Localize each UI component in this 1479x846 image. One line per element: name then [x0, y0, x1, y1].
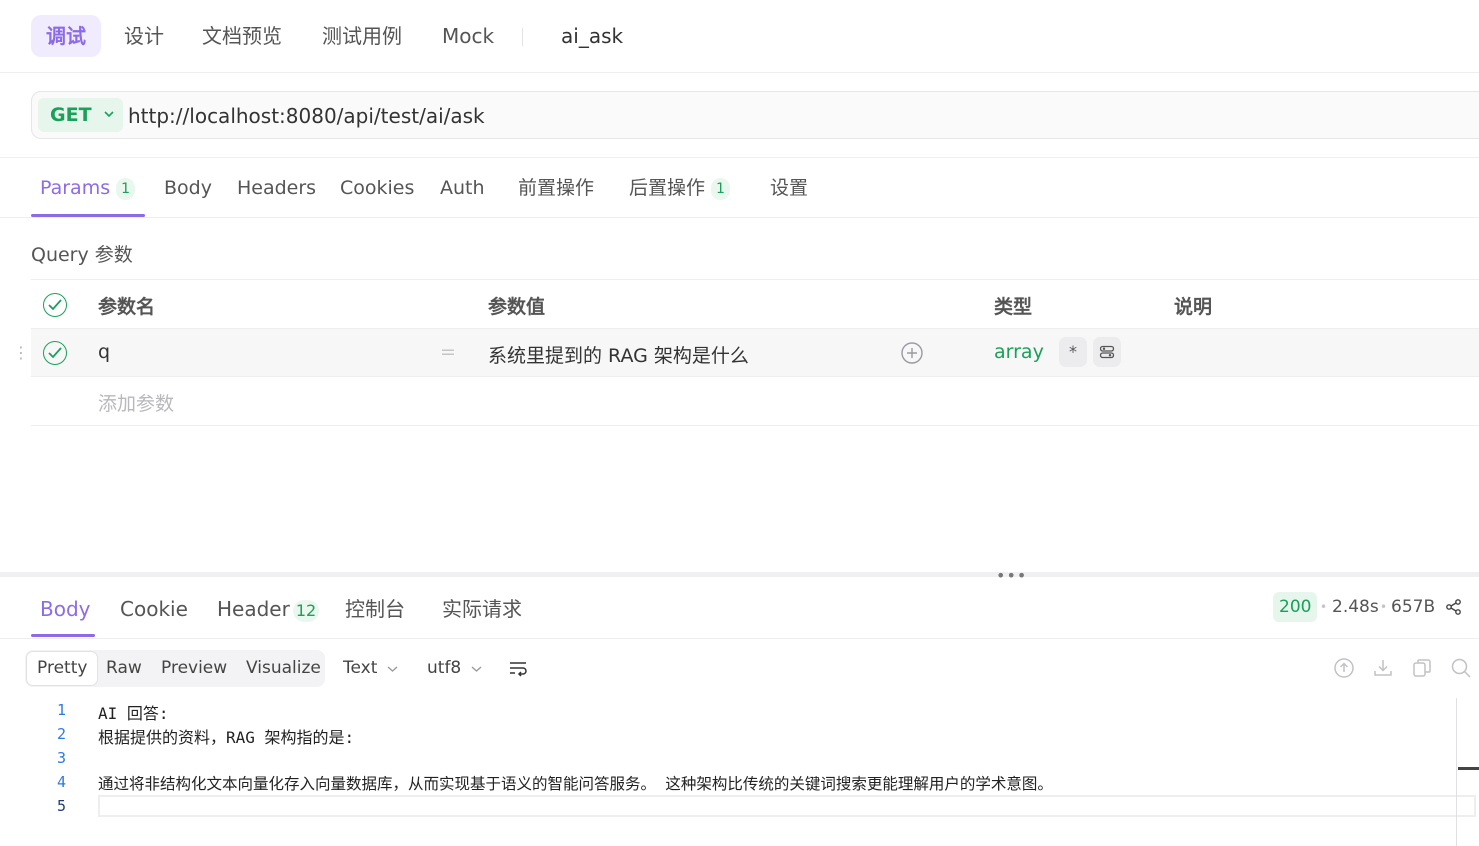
col-header-value: 参数值 [488, 296, 546, 318]
vertical-scrollbar[interactable] [1456, 698, 1457, 846]
view-preview[interactable]: Preview [161, 650, 227, 687]
tab-params[interactable]: Params 1 [40, 170, 136, 206]
param-name-input[interactable]: q [98, 341, 110, 363]
search-icon[interactable] [1450, 657, 1472, 679]
line-number: 3 [56, 749, 66, 767]
tab-cookies[interactable]: Cookies [340, 170, 414, 206]
tab-auth[interactable]: Auth [440, 170, 485, 206]
col-header-name: 参数名 [98, 296, 156, 318]
separator-dot: • [1320, 600, 1328, 614]
tab-body[interactable]: Body [164, 170, 212, 206]
chevron-down-icon [103, 98, 115, 145]
view-raw[interactable]: Raw [106, 650, 142, 687]
upload-icon[interactable] [1333, 657, 1355, 679]
view-pretty[interactable]: Pretty [26, 651, 99, 686]
code-line: 根据提供的资料，RAG 架构指的是: [98, 728, 355, 747]
add-value-icon[interactable] [900, 341, 924, 370]
url-bar: GET http://localhost:8080/api/test/ai/as… [31, 91, 1479, 139]
header-count-badge: 12 [292, 599, 320, 622]
post-ops-count-badge: 1 [711, 177, 730, 200]
resp-tab-cookie[interactable]: Cookie [120, 591, 188, 627]
endpoint-name[interactable]: ai_ask [561, 15, 623, 57]
encoding-label: utf8 [427, 658, 462, 678]
url-input[interactable]: http://localhost:8080/api/test/ai/ask [128, 92, 485, 140]
tab-design[interactable]: 设计 [124, 15, 164, 57]
check-icon [48, 347, 62, 359]
col-header-desc: 说明 [1174, 296, 1213, 318]
tab-separator [522, 28, 523, 46]
status-badge: 200 [1273, 592, 1318, 622]
add-param-row[interactable]: 添加参数 [31, 377, 1479, 426]
tab-pre-ops[interactable]: 前置操作 [518, 170, 594, 206]
check-icon [48, 299, 62, 311]
select-all-checkbox[interactable] [43, 293, 67, 317]
equals-sign: = [440, 341, 456, 363]
settings-toggle-icon[interactable] [1093, 337, 1121, 367]
tab-post-ops-label: 后置操作 [629, 177, 706, 199]
param-type-select[interactable]: array [994, 341, 1044, 363]
divider [0, 157, 1479, 158]
tab-test-cases[interactable]: 测试用例 [322, 15, 402, 57]
code-line: AI 回答: [98, 704, 169, 723]
resp-tab-body[interactable]: Body [40, 591, 91, 627]
response-time: 2.48s [1332, 597, 1379, 617]
wrap-lines-icon[interactable] [508, 658, 530, 680]
active-tab-underline [31, 634, 95, 637]
response-size: 657B [1391, 597, 1436, 617]
params-table-header: 参数名 参数值 类型 说明 [31, 279, 1479, 328]
line-number: 2 [56, 725, 66, 743]
tab-doc-preview[interactable]: 文档预览 [202, 15, 282, 57]
chevron-down-icon [383, 663, 398, 676]
chevron-down-icon [467, 663, 482, 676]
resp-tab-console[interactable]: 控制台 [345, 591, 405, 627]
add-param-placeholder[interactable]: 添加参数 [98, 389, 174, 416]
share-icon[interactable] [1445, 598, 1463, 620]
divider [0, 217, 1479, 218]
tab-debug[interactable]: 调试 [31, 15, 101, 57]
panel-splitter[interactable] [0, 572, 1479, 577]
row-checkbox[interactable] [43, 341, 67, 365]
copy-icon[interactable] [1411, 657, 1433, 679]
view-mode-segmented: Pretty Raw Preview Visualize [25, 650, 325, 687]
col-header-type: 类型 [994, 296, 1033, 318]
param-value-input[interactable]: 系统里提到的 RAG 架构是什么 [488, 341, 749, 368]
download-icon[interactable] [1372, 657, 1394, 679]
separator-dot: • [1380, 600, 1388, 614]
tab-params-label: Params [40, 177, 111, 199]
tab-mock[interactable]: Mock [442, 15, 494, 57]
resp-tab-header[interactable]: Header 12 [217, 591, 320, 627]
current-line-highlight [98, 795, 1476, 817]
tab-post-ops[interactable]: 后置操作 1 [629, 170, 730, 206]
line-number: 4 [56, 773, 66, 791]
encoding-select[interactable]: utf8 [427, 656, 482, 682]
resp-tab-actual-request[interactable]: 实际请求 [442, 591, 522, 627]
format-label: Text [343, 658, 378, 678]
scrollbar-thumb[interactable] [1458, 767, 1479, 770]
table-row: q = 系统里提到的 RAG 架构是什么 array * [31, 328, 1479, 377]
line-number: 1 [56, 701, 66, 719]
top-tab-bar: 调试 设计 文档预览 测试用例 Mock ai_ask [0, 0, 1479, 73]
divider [0, 638, 1479, 639]
params-count-badge: 1 [116, 177, 136, 200]
code-line: 通过将非结构化文本向量化存入向量数据库，从而实现基于语义的智能问答服务。 这种架… [98, 775, 1053, 793]
method-label: GET [50, 104, 92, 126]
method-select[interactable]: GET [38, 98, 123, 132]
required-toggle[interactable]: * [1059, 337, 1087, 367]
resp-tab-header-label: Header [217, 597, 290, 621]
format-select[interactable]: Text [343, 656, 398, 682]
splitter-handle-icon[interactable]: ••• [996, 566, 1027, 585]
tab-settings[interactable]: 设置 [770, 170, 808, 206]
line-number: 5 [56, 797, 66, 815]
view-visualize[interactable]: Visualize [246, 650, 321, 687]
tab-headers[interactable]: Headers [237, 170, 316, 206]
query-section-title: Query 参数 [31, 244, 133, 266]
